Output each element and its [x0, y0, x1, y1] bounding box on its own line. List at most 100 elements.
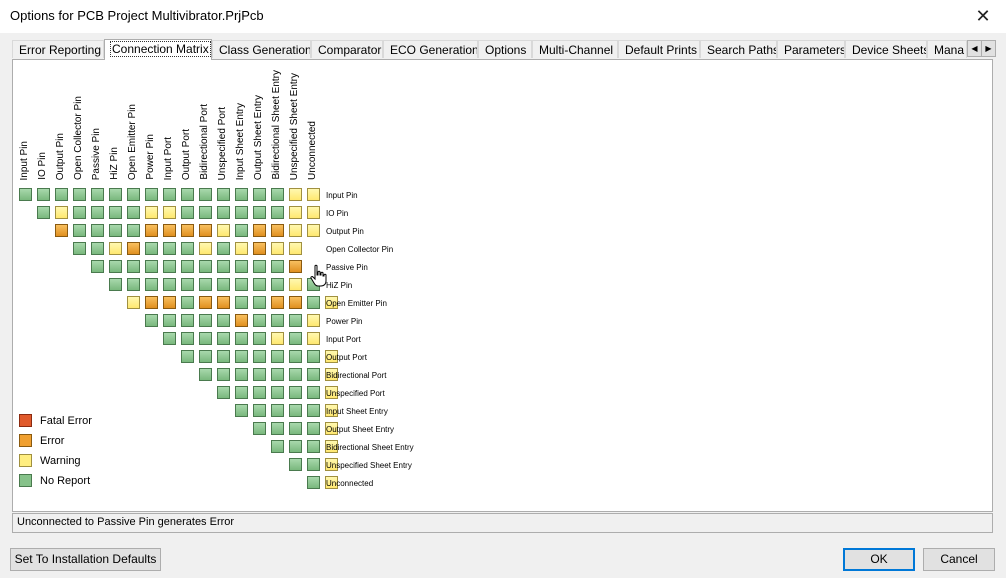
matrix-cell[interactable]: [109, 278, 122, 291]
matrix-cell[interactable]: [307, 296, 320, 309]
matrix-cell[interactable]: [253, 386, 266, 399]
matrix-cell[interactable]: [253, 368, 266, 381]
matrix-cell[interactable]: [163, 314, 176, 327]
matrix-cell[interactable]: [307, 368, 320, 381]
matrix-cell[interactable]: [199, 224, 212, 237]
matrix-cell[interactable]: [109, 260, 122, 273]
matrix-cell[interactable]: [271, 368, 284, 381]
matrix-cell[interactable]: [307, 188, 320, 201]
matrix-cell[interactable]: [217, 386, 230, 399]
matrix-cell[interactable]: [307, 476, 320, 489]
matrix-cell[interactable]: [271, 422, 284, 435]
matrix-cell[interactable]: [127, 296, 140, 309]
matrix-cell[interactable]: [199, 242, 212, 255]
matrix-cell[interactable]: [217, 206, 230, 219]
matrix-cell[interactable]: [181, 260, 194, 273]
matrix-cell[interactable]: [37, 188, 50, 201]
matrix-cell[interactable]: [253, 278, 266, 291]
matrix-cell[interactable]: [235, 332, 248, 345]
matrix-cell[interactable]: [145, 242, 158, 255]
matrix-cell[interactable]: [163, 224, 176, 237]
matrix-cell[interactable]: [145, 296, 158, 309]
matrix-cell[interactable]: [271, 206, 284, 219]
matrix-cell[interactable]: [289, 404, 302, 417]
matrix-cell[interactable]: [235, 386, 248, 399]
matrix-cell[interactable]: [181, 278, 194, 291]
matrix-cell[interactable]: [127, 188, 140, 201]
matrix-cell[interactable]: [55, 224, 68, 237]
matrix-cell[interactable]: [19, 188, 32, 201]
matrix-cell[interactable]: [307, 206, 320, 219]
matrix-cell[interactable]: [199, 314, 212, 327]
matrix-cell[interactable]: [271, 332, 284, 345]
matrix-cell[interactable]: [307, 332, 320, 345]
matrix-cell[interactable]: [289, 332, 302, 345]
tab-connection-matrix[interactable]: Connection Matrix: [104, 39, 212, 60]
matrix-cell[interactable]: [271, 296, 284, 309]
matrix-cell[interactable]: [199, 278, 212, 291]
matrix-cell[interactable]: [253, 242, 266, 255]
matrix-cell[interactable]: [253, 404, 266, 417]
matrix-cell[interactable]: [307, 422, 320, 435]
matrix-cell[interactable]: [235, 224, 248, 237]
matrix-cell[interactable]: [235, 296, 248, 309]
matrix-cell[interactable]: [271, 404, 284, 417]
matrix-cell[interactable]: [145, 314, 158, 327]
matrix-cell[interactable]: [271, 260, 284, 273]
matrix-cell[interactable]: [181, 242, 194, 255]
matrix-cell[interactable]: [253, 260, 266, 273]
matrix-cell[interactable]: [253, 422, 266, 435]
matrix-cell[interactable]: [307, 224, 320, 237]
matrix-cell[interactable]: [199, 350, 212, 363]
matrix-cell[interactable]: [109, 242, 122, 255]
matrix-cell[interactable]: [289, 296, 302, 309]
matrix-cell[interactable]: [271, 242, 284, 255]
matrix-cell[interactable]: [73, 224, 86, 237]
matrix-cell[interactable]: [199, 296, 212, 309]
matrix-cell[interactable]: [253, 224, 266, 237]
matrix-cell[interactable]: [271, 278, 284, 291]
matrix-cell[interactable]: [127, 278, 140, 291]
matrix-cell[interactable]: [235, 350, 248, 363]
matrix-cell[interactable]: [307, 386, 320, 399]
matrix-cell[interactable]: [127, 224, 140, 237]
matrix-cell[interactable]: [199, 206, 212, 219]
matrix-cell[interactable]: [163, 278, 176, 291]
matrix-cell[interactable]: [181, 350, 194, 363]
matrix-cell[interactable]: [271, 386, 284, 399]
matrix-cell[interactable]: [109, 188, 122, 201]
matrix-cell[interactable]: [217, 188, 230, 201]
matrix-cell[interactable]: [127, 260, 140, 273]
matrix-cell[interactable]: [91, 206, 104, 219]
matrix-cell[interactable]: [253, 350, 266, 363]
matrix-cell[interactable]: [73, 242, 86, 255]
matrix-cell[interactable]: [91, 188, 104, 201]
matrix-cell[interactable]: [271, 188, 284, 201]
matrix-cell[interactable]: [217, 224, 230, 237]
matrix-cell[interactable]: [253, 314, 266, 327]
matrix-cell[interactable]: [91, 242, 104, 255]
matrix-cell[interactable]: [271, 314, 284, 327]
matrix-cell[interactable]: [289, 206, 302, 219]
matrix-cell[interactable]: [127, 242, 140, 255]
ok-button[interactable]: OK: [843, 548, 915, 571]
matrix-cell[interactable]: [145, 260, 158, 273]
matrix-cell[interactable]: [253, 188, 266, 201]
matrix-cell[interactable]: [145, 224, 158, 237]
matrix-cell[interactable]: [289, 314, 302, 327]
matrix-cell[interactable]: [289, 278, 302, 291]
matrix-cell[interactable]: [217, 350, 230, 363]
matrix-cell[interactable]: [163, 296, 176, 309]
matrix-cell[interactable]: [163, 188, 176, 201]
matrix-cell[interactable]: [235, 206, 248, 219]
matrix-cell[interactable]: [271, 350, 284, 363]
matrix-cell[interactable]: [289, 386, 302, 399]
matrix-cell[interactable]: [235, 404, 248, 417]
matrix-cell[interactable]: [109, 206, 122, 219]
matrix-cell[interactable]: [91, 260, 104, 273]
matrix-cell[interactable]: [289, 458, 302, 471]
matrix-cell[interactable]: [307, 404, 320, 417]
matrix-cell[interactable]: [235, 368, 248, 381]
matrix-cell[interactable]: [163, 242, 176, 255]
matrix-cell[interactable]: [181, 206, 194, 219]
